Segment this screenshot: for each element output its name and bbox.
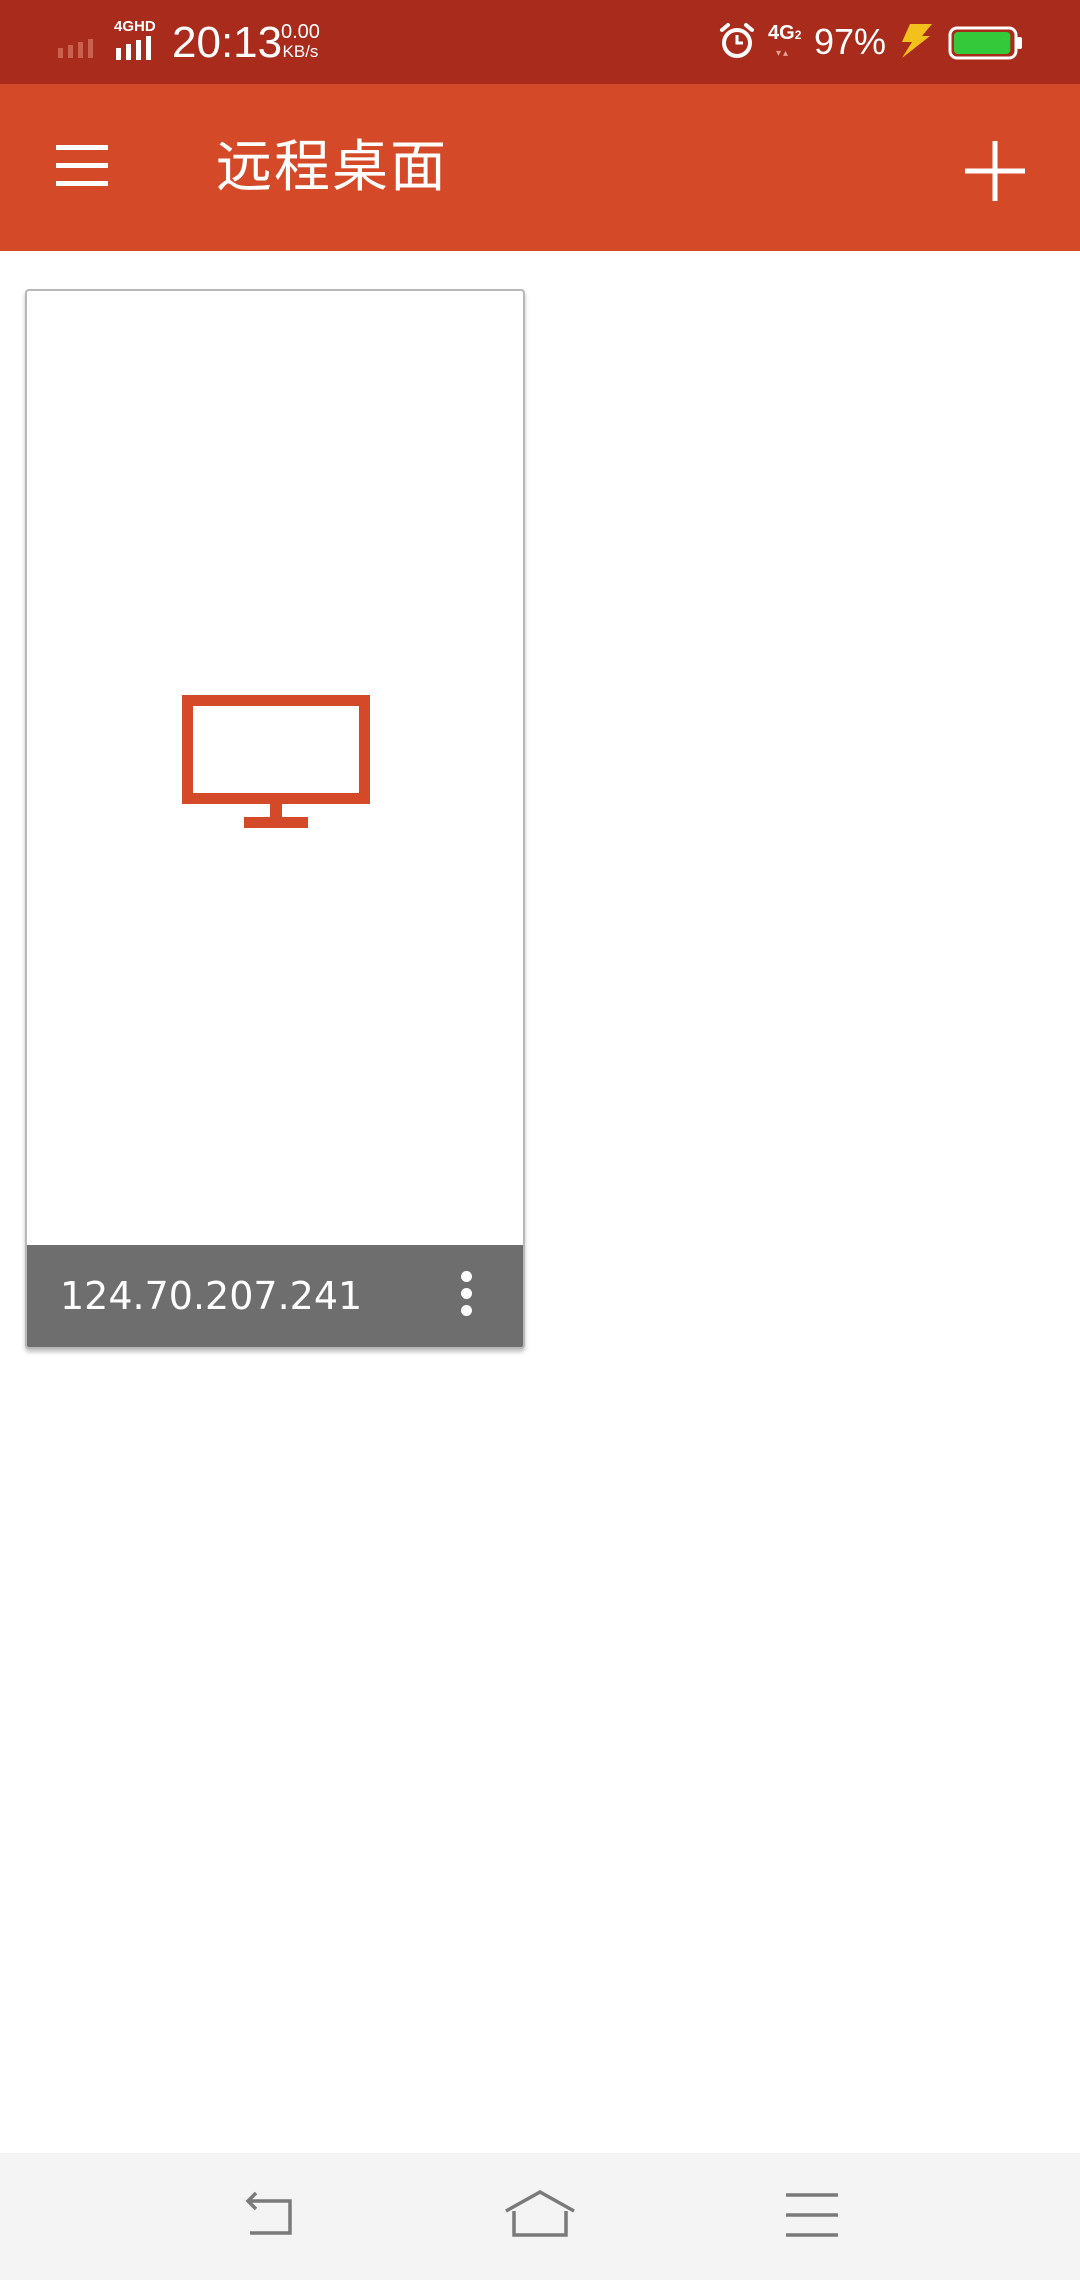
network-speed: 0.00 KB/s	[281, 22, 320, 62]
home-icon[interactable]	[504, 2189, 576, 2241]
desktop-card-footer: 124.70.207.241	[27, 1245, 523, 1347]
clock: 20:13	[172, 18, 283, 67]
desktop-card[interactable]: 124.70.207.241	[25, 289, 525, 1349]
hamburger-menu-icon[interactable]	[52, 142, 112, 192]
secondary-network-label: 4G2	[768, 22, 802, 44]
alarm-icon	[720, 23, 754, 58]
charging-bolt-icon	[902, 24, 932, 58]
battery-icon	[948, 26, 1022, 60]
more-vert-icon[interactable]	[451, 1271, 481, 1323]
monitor-icon	[182, 695, 370, 828]
plus-icon[interactable]	[960, 136, 1030, 206]
page-title: 远程桌面	[216, 135, 448, 200]
status-bar: 4GHD 20:13 0.00 KB/s 4G2 ▾▴ 97%	[0, 0, 1080, 84]
desktop-host-label: 124.70.207.241	[60, 1274, 363, 1318]
signal-strength-icon	[58, 39, 93, 58]
signal-strength-icon	[116, 36, 151, 60]
data-activity-icon: ▾▴	[776, 48, 791, 59]
network-speed-unit: KB/s	[282, 42, 319, 61]
network-speed-value: 0.00	[281, 21, 320, 43]
app-bar: 远程桌面	[0, 84, 1080, 251]
back-icon[interactable]	[240, 2189, 296, 2241]
battery-percentage: 97%	[814, 21, 887, 62]
desktop-list: 124.70.207.241	[0, 251, 1080, 2153]
system-navigation-bar	[0, 2153, 1080, 2280]
recents-menu-icon[interactable]	[784, 2189, 840, 2241]
